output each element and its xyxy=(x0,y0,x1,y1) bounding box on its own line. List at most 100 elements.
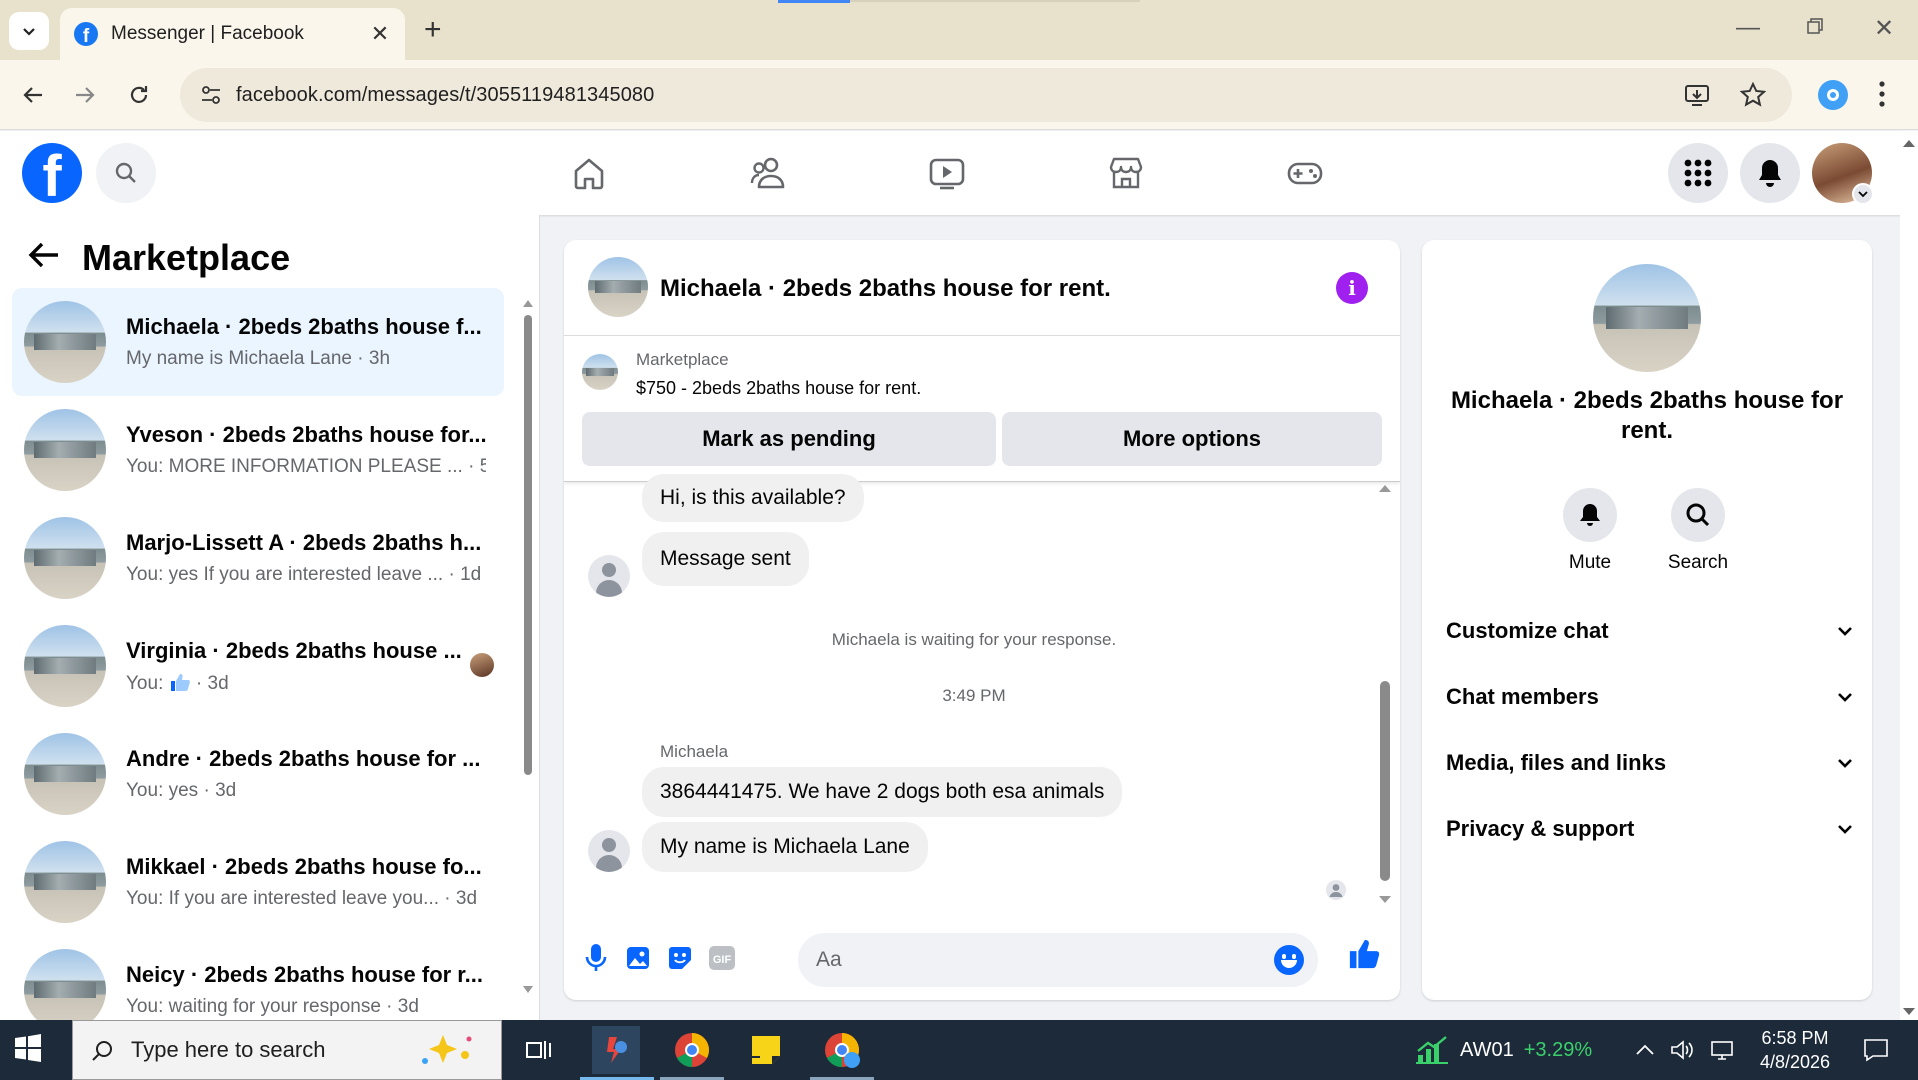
browser-menu-icon[interactable] xyxy=(1878,80,1886,113)
conversation-name: Andre · 2beds 2baths house for ... xyxy=(126,746,481,771)
forward-icon[interactable] xyxy=(68,78,102,112)
page-title: Marketplace xyxy=(82,237,291,278)
browser-tab-messenger[interactable]: f Messenger | Facebook ✕ xyxy=(60,8,405,60)
restore-icon[interactable] xyxy=(1806,14,1824,42)
stock-widget[interactable]: AW01 +3.29% xyxy=(1414,1020,1592,1080)
mark-as-pending-button[interactable]: Mark as pending xyxy=(582,412,996,466)
notifications-button[interactable] xyxy=(1740,143,1800,203)
bell-icon xyxy=(1759,160,1781,187)
customize-chat-section[interactable]: Customize chat xyxy=(1446,618,1852,644)
notification-center-icon[interactable] xyxy=(1852,1026,1900,1074)
listing-title[interactable]: $750 - 2beds 2baths house for rent. xyxy=(636,378,921,399)
network-icon[interactable] xyxy=(1710,1039,1736,1061)
show-hidden-icons-icon[interactable] xyxy=(1636,1044,1654,1056)
chevron-down-icon xyxy=(1838,627,1852,636)
gif-icon[interactable]: GIF xyxy=(706,942,738,974)
conversation-preview: My name is Michaela Lane · 3h xyxy=(126,348,391,369)
extension-icon[interactable] xyxy=(1818,80,1848,110)
tab-search-button[interactable] xyxy=(9,12,49,50)
menu-grid-button[interactable] xyxy=(1668,143,1728,203)
windows-start-icon[interactable] xyxy=(14,1034,46,1066)
emoji-icon[interactable] xyxy=(1274,945,1304,975)
search-button[interactable] xyxy=(96,143,156,203)
thumbs-up-icon xyxy=(170,673,190,691)
conversation-item[interactable]: Michaela · 2beds 2baths house f... My na… xyxy=(12,288,504,396)
conversation-item[interactable]: Yveson · 2beds 2baths house for... You: … xyxy=(12,396,504,504)
chrome-profile-app-icon[interactable] xyxy=(818,1026,866,1074)
scroll-up-icon[interactable] xyxy=(523,299,533,307)
listing-small-thumbnail[interactable] xyxy=(582,354,618,390)
conversation-item[interactable]: Andre · 2beds 2baths house for ... You: … xyxy=(12,720,504,828)
section-label: Chat members xyxy=(1446,684,1599,709)
scroll-up-icon[interactable] xyxy=(1903,139,1915,147)
account-chevron-icon[interactable] xyxy=(1852,183,1874,205)
conversation-item[interactable]: Neicy · 2beds 2baths house for r... You:… xyxy=(12,936,504,1020)
message-bubble[interactable]: My name is Michaela Lane xyxy=(642,822,928,872)
search-in-conversation-action[interactable]: Search xyxy=(1658,488,1738,574)
facebook-logo-icon[interactable]: f xyxy=(22,143,82,203)
conversation-item[interactable]: Mikkael · 2beds 2baths house fo... You: … xyxy=(12,828,504,936)
message-input[interactable]: Aa xyxy=(798,933,1318,987)
minimize-icon[interactable]: — xyxy=(1736,14,1760,42)
loading-indicator xyxy=(778,0,850,3)
back-arrow-icon[interactable] xyxy=(28,239,60,278)
message-bubble[interactable]: 3864441475. We have 2 dogs both esa anim… xyxy=(642,767,1123,817)
friends-icon[interactable] xyxy=(748,153,788,193)
volume-icon[interactable] xyxy=(1670,1039,1694,1061)
microphone-icon[interactable] xyxy=(580,942,612,974)
site-settings-icon[interactable] xyxy=(200,84,222,106)
back-icon[interactable] xyxy=(16,78,50,112)
conversation-item[interactable]: Virginia · 2beds 2baths house ... You: ·… xyxy=(12,612,504,720)
details-listing-thumbnail[interactable] xyxy=(1593,264,1701,372)
conversation-preview: You: If you are interested leave you... … xyxy=(126,888,478,909)
chat-list-scrollbar[interactable] xyxy=(523,299,533,994)
taskbar-app-1[interactable] xyxy=(592,1026,640,1074)
scroll-down-icon[interactable] xyxy=(1903,1008,1915,1016)
conversation-item[interactable]: Marjo-Lissett A · 2beds 2baths h... You:… xyxy=(12,504,504,612)
like-icon[interactable] xyxy=(1348,938,1380,970)
conversation-preview: You: · 3d xyxy=(126,672,486,695)
scrollbar-thumb[interactable] xyxy=(1380,681,1390,881)
new-tab-button[interactable]: + xyxy=(424,14,442,46)
task-view-icon[interactable] xyxy=(516,1026,564,1074)
messages-scrollbar[interactable] xyxy=(1377,484,1391,904)
browser-toolbar: facebook.com/messages/t/3055119481345080 xyxy=(0,60,1918,130)
close-tab-icon[interactable]: ✕ xyxy=(369,21,391,47)
taskbar-search[interactable]: Type here to search xyxy=(72,1020,502,1080)
reload-icon[interactable] xyxy=(122,78,156,112)
facebook-favicon-icon: f xyxy=(74,22,98,46)
message-bubble[interactable]: Message sent xyxy=(642,532,809,586)
address-bar[interactable]: facebook.com/messages/t/3055119481345080 xyxy=(180,68,1792,122)
sticker-icon[interactable] xyxy=(664,942,696,974)
more-options-button[interactable]: More options xyxy=(1002,412,1382,466)
listing-thumbnail xyxy=(24,517,106,599)
scroll-up-icon[interactable] xyxy=(1379,484,1391,492)
scroll-down-icon[interactable] xyxy=(523,986,533,994)
video-icon[interactable] xyxy=(927,153,967,193)
chat-listing-thumbnail[interactable] xyxy=(588,257,648,317)
chevron-down-icon xyxy=(1838,759,1852,768)
mute-action[interactable]: Mute xyxy=(1550,488,1630,574)
privacy-support-section[interactable]: Privacy & support xyxy=(1446,816,1852,842)
bell-icon xyxy=(1580,504,1600,526)
close-window-icon[interactable]: ✕ xyxy=(1874,14,1894,43)
chat-members-section[interactable]: Chat members xyxy=(1446,684,1852,710)
chat-title[interactable]: Michaela · 2beds 2baths house for rent. xyxy=(660,275,1111,303)
chrome-app-icon[interactable] xyxy=(668,1026,716,1074)
page-scrollbar[interactable] xyxy=(1900,131,1918,1020)
install-app-icon[interactable] xyxy=(1684,82,1710,108)
marketplace-icon[interactable] xyxy=(1106,153,1146,193)
info-icon[interactable]: i xyxy=(1336,272,1368,304)
scrollbar-thumb[interactable] xyxy=(524,315,532,775)
sticky-notes-icon[interactable] xyxy=(742,1026,790,1074)
listing-thumbnail xyxy=(24,949,106,1020)
photo-icon[interactable] xyxy=(622,942,654,974)
gaming-icon[interactable] xyxy=(1285,153,1325,193)
message-bubble[interactable]: Hi, is this available? xyxy=(642,474,864,522)
bookmark-star-icon[interactable] xyxy=(1740,82,1766,108)
media-files-links-section[interactable]: Media, files and links xyxy=(1446,750,1852,776)
taskbar-clock[interactable]: 6:58 PM 4/8/2026 xyxy=(1750,1026,1840,1074)
message-composer: GIF Aa xyxy=(564,920,1400,1000)
home-icon[interactable] xyxy=(569,153,609,193)
scroll-down-icon[interactable] xyxy=(1379,896,1391,904)
